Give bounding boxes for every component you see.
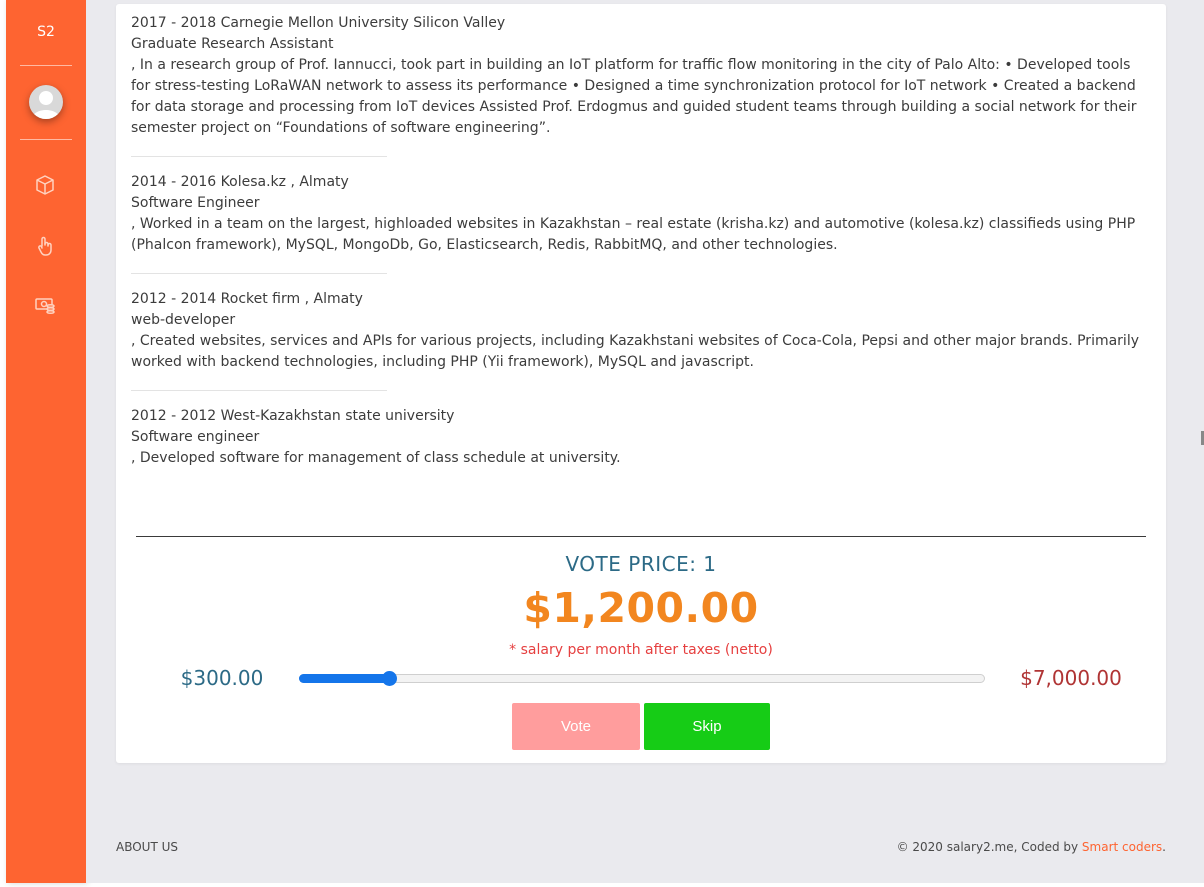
vote-button[interactable]: Vote bbox=[512, 703, 640, 750]
slider-thumb[interactable] bbox=[381, 671, 397, 686]
sidebar-divider bbox=[20, 139, 72, 140]
experience-divider bbox=[131, 273, 387, 274]
experience-role: Software Engineer bbox=[131, 195, 260, 211]
experience-item: 2012 - 2012 West-Kazakhstan state univer… bbox=[131, 406, 1151, 469]
box-icon[interactable] bbox=[34, 174, 56, 196]
money-icon[interactable] bbox=[34, 294, 56, 316]
experience-role: Graduate Research Assistant bbox=[131, 36, 334, 52]
experience-period: 2012 - 2014 Rocket firm , Almaty bbox=[131, 291, 363, 307]
salary-value: $1,200.00 bbox=[523, 584, 759, 632]
experience-period: 2012 - 2012 West-Kazakhstan state univer… bbox=[131, 408, 455, 424]
slider-fill bbox=[299, 674, 390, 683]
experience-description: , Created websites, services and APIs fo… bbox=[131, 333, 1139, 370]
smart-coders-link[interactable]: Smart coders bbox=[1082, 840, 1162, 854]
experience-item: 2012 - 2014 Rocket firm , Almaty web-dev… bbox=[131, 289, 1151, 373]
experience-description: , Worked in a team on the largest, highl… bbox=[131, 216, 1136, 253]
salary-slider[interactable] bbox=[299, 671, 985, 686]
experience-divider bbox=[131, 390, 387, 391]
experience-period: 2017 - 2018 Carnegie Mellon University S… bbox=[131, 15, 506, 31]
sidebar-divider bbox=[20, 65, 72, 66]
copyright: © 2020 salary2.me, Coded by Smart coders… bbox=[897, 840, 1166, 854]
experience-item: 2014 - 2016 Kolesa.kz , Almaty Software … bbox=[131, 172, 1151, 256]
experience-item: 2017 - 2018 Carnegie Mellon University S… bbox=[131, 13, 1151, 139]
vote-price-label: VOTE PRICE: 1 bbox=[565, 552, 717, 576]
experience-description: , In a research group of Prof. Iannucci,… bbox=[131, 57, 1137, 136]
slider-min-value: $300.00 bbox=[180, 666, 264, 690]
user-silhouette-icon bbox=[32, 91, 60, 119]
brand-logo[interactable]: S2 bbox=[6, 24, 86, 40]
vote-divider bbox=[136, 536, 1146, 537]
sidebar: S2 bbox=[6, 0, 86, 883]
skip-button[interactable]: Skip bbox=[644, 703, 770, 750]
experience-role: Software engineer bbox=[131, 429, 260, 445]
experience-period: 2014 - 2016 Kolesa.kz , Almaty bbox=[131, 174, 349, 190]
slider-max-value: $7,000.00 bbox=[1020, 666, 1122, 690]
experience-divider bbox=[131, 156, 387, 157]
experience-description: , Developed software for management of c… bbox=[131, 450, 621, 466]
copyright-end: . bbox=[1162, 840, 1166, 854]
avatar[interactable] bbox=[29, 85, 63, 119]
main-content: 2017 - 2018 Carnegie Mellon University S… bbox=[86, 0, 1204, 883]
profile-card: 2017 - 2018 Carnegie Mellon University S… bbox=[116, 4, 1166, 763]
about-us-link[interactable]: ABOUT US bbox=[116, 840, 178, 854]
hand-pointer-icon[interactable] bbox=[34, 235, 56, 257]
experience-role: web-developer bbox=[131, 312, 236, 328]
copyright-text: © 2020 salary2.me, Coded by bbox=[896, 840, 1082, 854]
salary-note: * salary per month after taxes (netto) bbox=[509, 642, 773, 658]
